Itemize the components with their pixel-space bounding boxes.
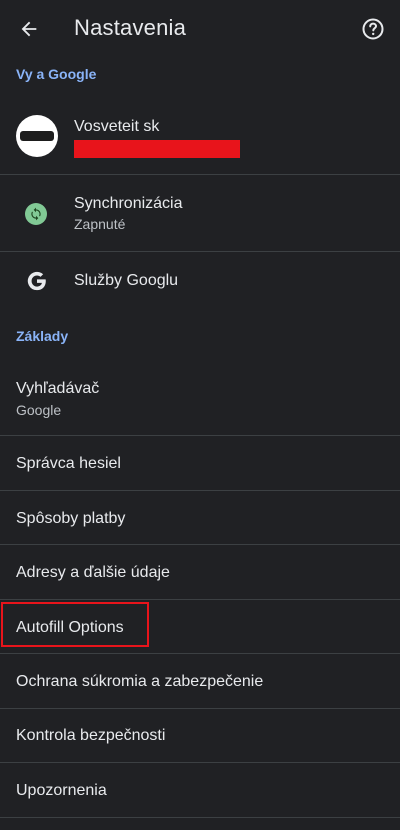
google-g-icon bbox=[27, 271, 46, 291]
google-services-row[interactable] bbox=[0, 252, 400, 308]
divider bbox=[0, 817, 400, 818]
sync-title: Synchronizácia bbox=[74, 195, 183, 212]
avatar bbox=[16, 115, 58, 157]
sync-status: Zapnuté bbox=[74, 216, 126, 232]
page-title: Nastavenia bbox=[74, 15, 187, 40]
sync-row[interactable] bbox=[0, 175, 400, 251]
password-manager-title: Správca hesiel bbox=[16, 455, 121, 472]
arrow-back-icon bbox=[21, 21, 37, 37]
sync-arrows-icon bbox=[31, 207, 41, 221]
help-button[interactable] bbox=[358, 14, 388, 44]
google-services-title: Služby Googlu bbox=[74, 272, 179, 289]
account-logo-image bbox=[20, 131, 54, 141]
addresses-title: Adresy a ďalšie údaje bbox=[16, 564, 170, 581]
help-circle-icon bbox=[362, 18, 384, 40]
account-row[interactable] bbox=[0, 98, 400, 174]
sync-icon bbox=[25, 203, 47, 225]
privacy-security-title: Ochrana súkromia a zabezpečenie bbox=[16, 673, 264, 690]
account-name: Vosveteit sk bbox=[74, 118, 160, 135]
settings-screen: Nastavenia Vy a Google Vosveteit sk Sync… bbox=[0, 0, 400, 830]
red-highlight-box bbox=[1, 602, 149, 647]
search-engine-value: Google bbox=[16, 402, 62, 418]
redacted-email-bar bbox=[74, 140, 240, 158]
top-app-bar: Nastavenia bbox=[0, 0, 400, 58]
payment-methods-title: Spôsoby platby bbox=[16, 510, 126, 527]
search-engine-title: Vyhľadávač bbox=[16, 380, 100, 397]
back-button[interactable] bbox=[12, 12, 46, 46]
safety-check-title: Kontrola bezpečnosti bbox=[16, 727, 166, 744]
section-header-you-and-google: Vy a Google bbox=[16, 66, 97, 82]
section-header-basics: Základy bbox=[16, 328, 69, 344]
notifications-title: Upozornenia bbox=[16, 782, 107, 799]
